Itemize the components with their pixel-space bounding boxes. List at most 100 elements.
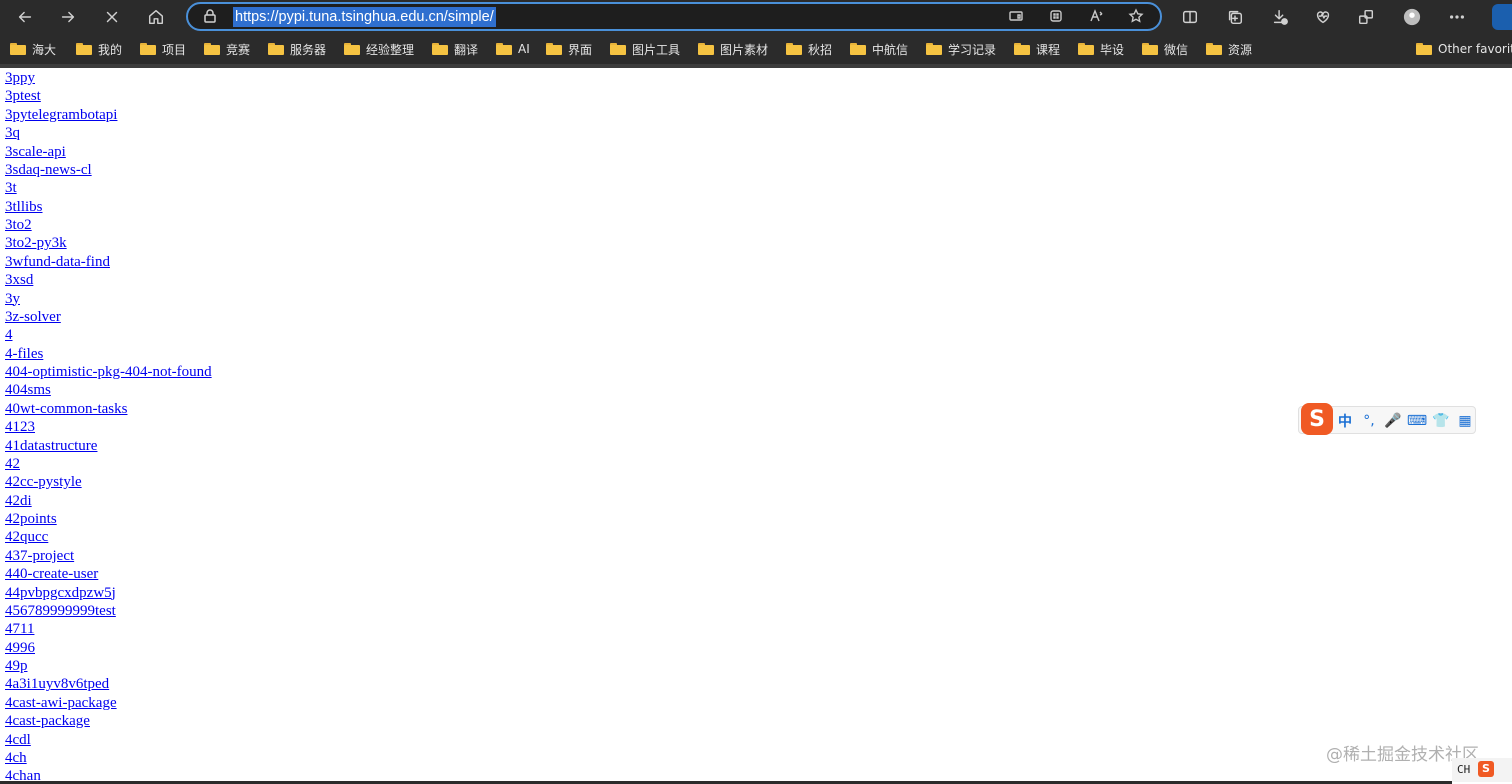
- stop-button[interactable]: [98, 3, 126, 31]
- input-language-indicator[interactable]: CH: [1457, 763, 1470, 776]
- bookmark-folder[interactable]: 服务器: [268, 40, 326, 58]
- package-link[interactable]: 3tllibs: [5, 198, 605, 216]
- package-link[interactable]: 3sdaq-news-cl: [5, 161, 605, 179]
- other-favorites-folder[interactable]: Other favorite: [1416, 40, 1512, 58]
- bookmark-folder[interactable]: 中航信: [850, 40, 908, 58]
- app-available-icon[interactable]: [1048, 8, 1066, 26]
- package-link[interactable]: 3z-solver: [5, 308, 605, 326]
- ime-keyboard-icon[interactable]: ⌨: [1407, 411, 1427, 431]
- split-screen-button[interactable]: [1176, 3, 1204, 31]
- package-link[interactable]: 4711: [5, 620, 605, 638]
- split-screen-icon: [1182, 10, 1198, 24]
- package-link[interactable]: 456789999999test: [5, 602, 605, 620]
- copilot-icon[interactable]: [1492, 4, 1512, 30]
- health-icon: [1316, 11, 1330, 24]
- package-link[interactable]: 42points: [5, 510, 605, 528]
- package-link[interactable]: 4ch: [5, 749, 605, 767]
- bookmark-folder[interactable]: 经验整理: [344, 40, 414, 58]
- folder-icon: [204, 43, 220, 55]
- package-link[interactable]: 4996: [5, 639, 605, 657]
- bookmark-folder[interactable]: 图片素材: [698, 40, 768, 58]
- immersive-reader-icon[interactable]: [1008, 8, 1026, 26]
- package-link[interactable]: 437-project: [5, 547, 605, 565]
- collections-button[interactable]: [1221, 3, 1249, 31]
- home-button[interactable]: [142, 3, 170, 31]
- package-link[interactable]: 44pvbpgcxdpzw5j: [5, 584, 605, 602]
- back-icon: [18, 11, 32, 23]
- more-button[interactable]: [1443, 3, 1471, 31]
- ime-skin-icon[interactable]: 👕: [1431, 411, 1451, 431]
- bookmark-folder[interactable]: 课程: [1014, 40, 1060, 58]
- package-link[interactable]: 4cdl: [5, 731, 605, 749]
- bookmark-folder[interactable]: 资源: [1206, 40, 1252, 58]
- package-link[interactable]: 4: [5, 326, 605, 344]
- browser-toolbar: https://pypi.tuna.tsinghua.edu.cn/simple…: [0, 0, 1512, 34]
- bookmark-folder[interactable]: 学习记录: [926, 40, 996, 58]
- ime-toolbox-icon[interactable]: ▦: [1455, 411, 1475, 431]
- package-link[interactable]: 40wt-common-tasks: [5, 400, 605, 418]
- package-link[interactable]: 42qucc: [5, 528, 605, 546]
- package-link[interactable]: 42: [5, 455, 605, 473]
- ime-chinese-mode[interactable]: 中: [1335, 411, 1355, 431]
- bookmark-folder[interactable]: 毕设: [1078, 40, 1124, 58]
- package-link[interactable]: 3to2: [5, 216, 605, 234]
- package-link[interactable]: 42cc-pystyle: [5, 473, 605, 491]
- sogou-tray-icon[interactable]: S: [1478, 761, 1494, 777]
- package-link[interactable]: 42di: [5, 492, 605, 510]
- package-link[interactable]: 404sms: [5, 381, 605, 399]
- ime-voice-icon[interactable]: 🎤: [1383, 411, 1403, 431]
- package-link[interactable]: 4123: [5, 418, 605, 436]
- address-bar[interactable]: https://pypi.tuna.tsinghua.edu.cn/simple…: [186, 2, 1162, 31]
- folder-icon: [268, 43, 284, 55]
- folder-icon: [1206, 43, 1222, 55]
- browser-essentials-button[interactable]: [1309, 3, 1337, 31]
- package-link[interactable]: 4a3i1uyv8v6tped: [5, 675, 605, 693]
- package-link[interactable]: 41datastructure: [5, 437, 605, 455]
- package-link[interactable]: 440-create-user: [5, 565, 605, 583]
- read-aloud-icon[interactable]: [1088, 8, 1106, 26]
- bookmark-folder[interactable]: 翻译: [432, 40, 478, 58]
- ime-toolbar[interactable]: S 中 °, 🎤 ⌨ 👕 ▦: [1298, 403, 1476, 435]
- package-link[interactable]: 49p: [5, 657, 605, 675]
- package-link[interactable]: 3q: [5, 124, 605, 142]
- package-link[interactable]: 4cast-awi-package: [5, 694, 605, 712]
- package-link[interactable]: 3to2-py3k: [5, 234, 605, 252]
- bookmark-folder[interactable]: 秋招: [786, 40, 832, 58]
- package-link[interactable]: 3t: [5, 179, 605, 197]
- profile-button[interactable]: [1398, 3, 1426, 31]
- folder-icon: [698, 43, 714, 55]
- back-button[interactable]: [11, 3, 39, 31]
- package-link[interactable]: 3xsd: [5, 271, 605, 289]
- bookmark-folder[interactable]: 微信: [1142, 40, 1188, 58]
- sogou-logo-icon[interactable]: S: [1301, 403, 1333, 435]
- bookmark-folder[interactable]: 界面: [546, 40, 592, 58]
- package-link[interactable]: 3pytelegrambotapi: [5, 106, 605, 124]
- package-link[interactable]: 3y: [5, 290, 605, 308]
- bookmark-folder[interactable]: AI: [496, 40, 530, 58]
- folder-icon: [1416, 43, 1432, 55]
- forward-button[interactable]: [54, 3, 82, 31]
- package-link[interactable]: 4-files: [5, 345, 605, 363]
- package-link[interactable]: 3ptest: [5, 87, 605, 105]
- package-link[interactable]: 4cast-package: [5, 712, 605, 730]
- folder-icon: [610, 43, 626, 55]
- folder-icon: [432, 43, 448, 55]
- folder-icon: [1142, 43, 1158, 55]
- package-link[interactable]: 3scale-api: [5, 143, 605, 161]
- url-text[interactable]: https://pypi.tuna.tsinghua.edu.cn/simple…: [233, 7, 496, 27]
- downloads-button[interactable]: [1266, 3, 1294, 31]
- profile-icon: [1403, 8, 1421, 26]
- package-link[interactable]: 3ppy: [5, 69, 605, 87]
- folder-icon: [10, 43, 26, 55]
- package-link[interactable]: 3wfund-data-find: [5, 253, 605, 271]
- bookmark-folder[interactable]: 海大: [10, 40, 56, 58]
- bookmark-folder[interactable]: 竞赛: [204, 40, 250, 58]
- favorite-star-icon[interactable]: [1128, 8, 1146, 26]
- bookmark-folder[interactable]: 图片工具: [610, 40, 680, 58]
- bookmark-folder[interactable]: 我的: [76, 40, 122, 58]
- extensions-button[interactable]: [1352, 3, 1380, 31]
- package-link[interactable]: 404-optimistic-pkg-404-not-found: [5, 363, 605, 381]
- bookmark-folder[interactable]: 项目: [140, 40, 186, 58]
- folder-icon: [76, 43, 92, 55]
- ime-punctuation-icon[interactable]: °,: [1359, 411, 1379, 431]
